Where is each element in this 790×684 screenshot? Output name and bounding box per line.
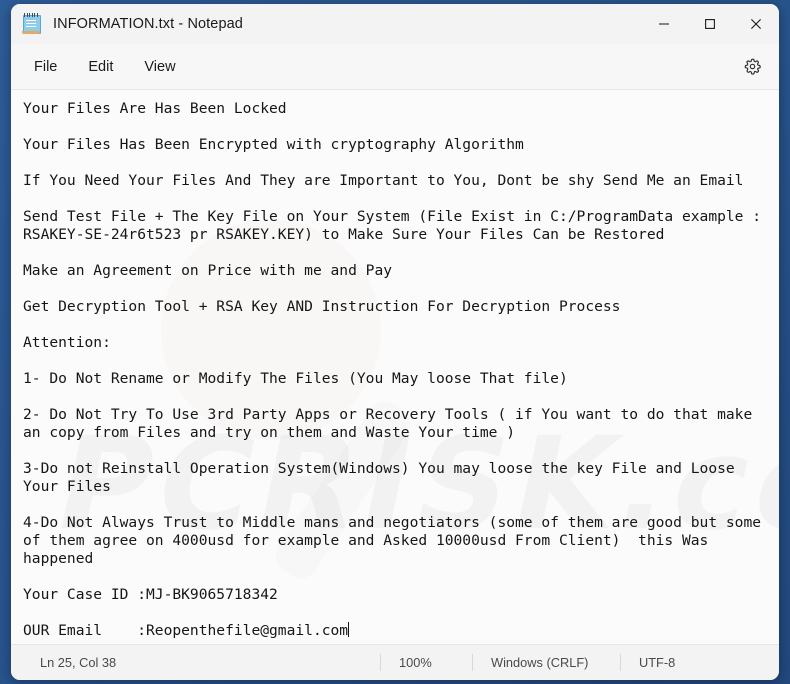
status-line-ending[interactable]: Windows (CRLF) [472, 654, 620, 671]
title-bar[interactable]: INFORMATION.txt - Notepad [11, 4, 779, 44]
gear-icon [744, 58, 761, 75]
minimize-icon [659, 23, 669, 25]
window-controls [641, 4, 779, 44]
status-bar: Ln 25, Col 38 100% Windows (CRLF) UTF-8 [11, 644, 779, 680]
status-line-column: Ln 25, Col 38 [40, 655, 117, 670]
menu-item-edit[interactable]: Edit [78, 54, 123, 80]
text-content[interactable]: Your Files Are Has Been Locked Your File… [11, 90, 779, 644]
notepad-window: INFORMATION.txt - Notepad File Edit View… [11, 4, 779, 680]
note-text: Your Files Are Has Been Locked Your File… [23, 100, 762, 639]
minimize-button[interactable] [641, 4, 687, 44]
window-title: INFORMATION.txt - Notepad [53, 16, 243, 32]
settings-button[interactable] [737, 52, 767, 82]
notepad-icon [21, 13, 41, 35]
menu-item-view[interactable]: View [134, 54, 185, 80]
editor-area[interactable]: PCRISK.com Your Files Are Has Been Locke… [11, 90, 779, 644]
status-encoding[interactable]: UTF-8 [620, 654, 740, 671]
close-button[interactable] [733, 4, 779, 44]
maximize-icon [705, 19, 715, 29]
text-caret [348, 622, 350, 637]
menu-item-file[interactable]: File [24, 54, 67, 80]
close-icon [751, 19, 761, 29]
menu-bar: File Edit View [11, 44, 779, 90]
status-zoom-level[interactable]: 100% [380, 654, 472, 671]
maximize-button[interactable] [687, 4, 733, 44]
